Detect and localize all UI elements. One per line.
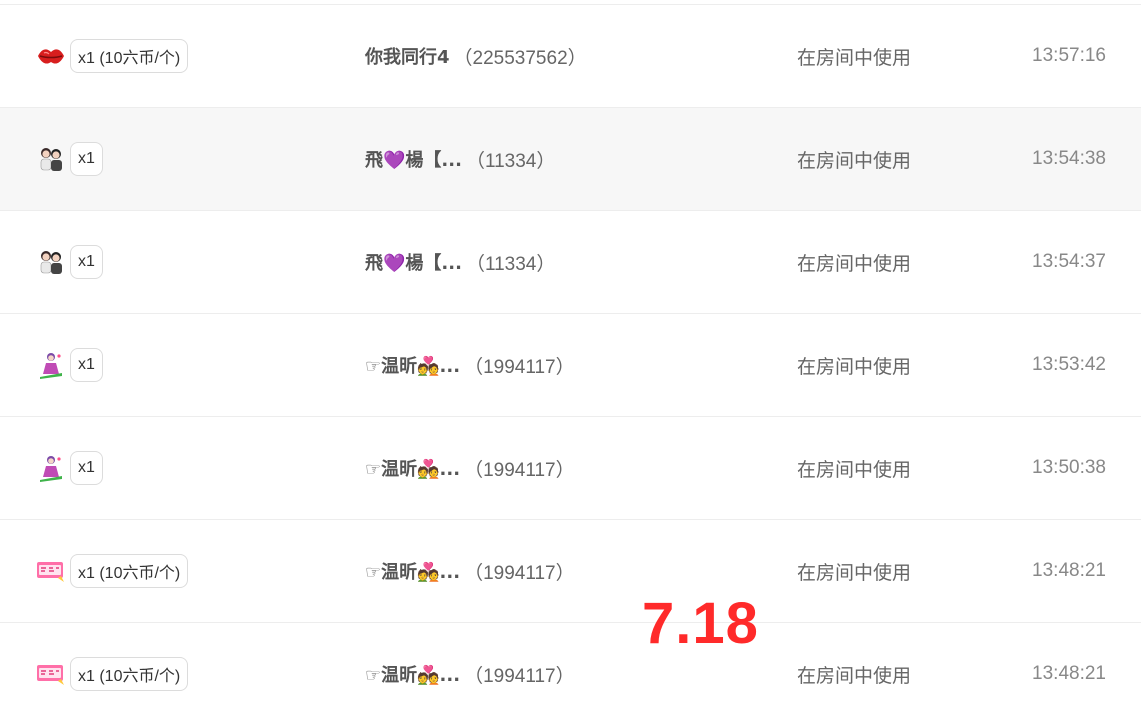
user-cell: ☞温昕💑... （1994117） — [365, 520, 575, 622]
user-id: （1994117） — [464, 356, 575, 378]
gift-cell: x1 (10六币/个) — [36, 623, 189, 725]
quantity-badge: x1 — [70, 142, 103, 176]
user-cell: 飛💜楊【... （11334） — [365, 211, 555, 313]
list-item[interactable]: x1 ☞温昕💑... （1994117） 在房间中使用 13:53:42 — [0, 313, 1141, 416]
list-item[interactable]: x1 (10六币/个) ☞温昕💑... （1994117） 在房间中使用 13:… — [0, 519, 1141, 622]
quantity-badge: x1 (10六币/个) — [70, 554, 189, 588]
timestamp: 13:54:37 — [1032, 251, 1106, 272]
user-id: （1994117） — [464, 459, 575, 481]
gift-cell: x1 (10六币/个) — [36, 5, 189, 107]
user-cell: 你我同行4 （225537562） — [365, 5, 587, 107]
user-cell: ☞温昕💑... （1994117） — [365, 417, 575, 519]
user-id: （11334） — [465, 253, 556, 275]
action-text: 在房间中使用 — [797, 149, 912, 172]
user-id: （225537562） — [453, 47, 587, 69]
gift-cell: x1 — [36, 314, 103, 416]
user-cell: ☞温昕💑... （1994117） — [365, 623, 575, 725]
list-item[interactable]: x1 (10六币/个) ☞温昕💑... （1994117） 在房间中使用 13:… — [0, 622, 1141, 725]
timestamp: 13:48:21 — [1032, 560, 1106, 581]
action-text: 在房间中使用 — [797, 561, 912, 584]
action-text: 在房间中使用 — [797, 664, 912, 687]
dancer-icon — [36, 350, 66, 380]
gift-cell: x1 — [36, 417, 103, 519]
list-item[interactable]: x1 (10六币/个) 你我同行4 （225537562） 在房间中使用 13:… — [0, 4, 1141, 107]
user-name[interactable]: ☞温昕💑... — [365, 558, 460, 584]
timestamp: 13:54:38 — [1032, 148, 1106, 169]
gift-record-list: x1 (10六币/个) 你我同行4 （225537562） 在房间中使用 13:… — [0, 0, 1141, 725]
gift-cell: x1 — [36, 108, 103, 210]
list-item[interactable]: x1 飛💜楊【... （11334） 在房间中使用 13:54:38 — [0, 107, 1141, 210]
timestamp: 13:53:42 — [1032, 354, 1106, 375]
user-name[interactable]: ☞温昕💑... — [365, 455, 460, 481]
gift-cell: x1 — [36, 211, 103, 313]
user-cell: 飛💜楊【... （11334） — [365, 108, 555, 210]
user-id: （11334） — [465, 150, 556, 172]
dancer-icon — [36, 453, 66, 483]
user-name[interactable]: ☞温昕💑... — [365, 352, 460, 378]
quantity-badge: x1 (10六币/个) — [70, 39, 189, 73]
banner-icon — [36, 556, 66, 586]
user-id: （1994117） — [464, 562, 575, 584]
quantity-badge: x1 — [70, 245, 103, 279]
list-item[interactable]: x1 飛💜楊【... （11334） 在房间中使用 13:54:37 — [0, 210, 1141, 313]
action-text: 在房间中使用 — [797, 252, 912, 275]
timestamp: 13:50:38 — [1032, 457, 1106, 478]
couple-icon — [36, 144, 66, 174]
user-name[interactable]: 飛💜楊【... — [365, 249, 462, 275]
user-cell: ☞温昕💑... （1994117） — [365, 314, 575, 416]
timestamp: 13:48:21 — [1032, 663, 1106, 684]
watermark-label: 7.18 — [642, 591, 759, 656]
couple-icon — [36, 247, 66, 277]
quantity-badge: x1 (10六币/个) — [70, 657, 189, 691]
user-name[interactable]: ☞温昕💑... — [365, 661, 460, 687]
banner-icon — [36, 659, 66, 689]
timestamp: 13:57:16 — [1032, 45, 1106, 66]
action-text: 在房间中使用 — [797, 46, 912, 69]
user-name[interactable]: 飛💜楊【... — [365, 146, 462, 172]
action-text: 在房间中使用 — [797, 458, 912, 481]
user-id: （1994117） — [464, 665, 575, 687]
list-item[interactable]: x1 ☞温昕💑... （1994117） 在房间中使用 13:50:38 — [0, 416, 1141, 519]
gift-cell: x1 (10六币/个) — [36, 520, 189, 622]
quantity-badge: x1 — [70, 348, 103, 382]
user-name[interactable]: 你我同行4 — [365, 43, 450, 69]
quantity-badge: x1 — [70, 451, 103, 485]
action-text: 在房间中使用 — [797, 355, 912, 378]
lips-icon — [36, 41, 66, 71]
